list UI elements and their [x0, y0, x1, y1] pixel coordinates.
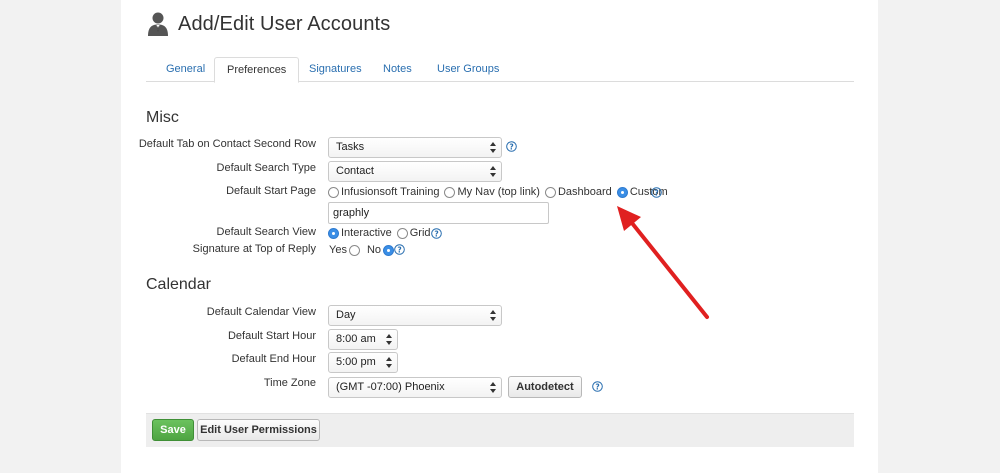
time-zone-value: (GMT -07:00) Phoenix: [336, 381, 445, 393]
select-arrows-icon: [490, 382, 496, 393]
help-icon[interactable]: ?: [506, 141, 517, 152]
signature-top-label: Signature at Top of Reply: [192, 243, 316, 255]
time-zone-label: Time Zone: [263, 377, 316, 389]
tab-bar: General Preferences Signatures Notes Use…: [146, 57, 854, 83]
signature-radio-group: Yes No: [329, 243, 396, 257]
radio-label: Interactive: [341, 227, 392, 239]
select-arrows-icon: [490, 142, 496, 153]
calendar-view-select[interactable]: Day: [328, 305, 502, 326]
default-tab-select[interactable]: Tasks: [328, 137, 502, 158]
page-title: Add/Edit User Accounts: [178, 12, 391, 35]
select-arrows-icon: [386, 334, 392, 345]
section-title-misc: Misc: [146, 109, 179, 126]
custom-start-page-input[interactable]: graphly: [328, 202, 549, 224]
save-button[interactable]: Save: [152, 419, 194, 441]
start-hour-select[interactable]: 8:00 am: [328, 329, 398, 350]
select-arrows-icon: [490, 310, 496, 321]
default-search-type-value: Contact: [336, 165, 374, 177]
search-view-radio-group: Interactive Grid: [328, 226, 431, 240]
radio-label: Custom: [629, 186, 668, 198]
svg-text:?: ?: [595, 382, 599, 391]
radio-custom[interactable]: [616, 186, 628, 198]
radio-label: Infusionsoft Training: [341, 186, 440, 198]
tab-notes[interactable]: Notes: [371, 57, 424, 82]
time-zone-select[interactable]: (GMT -07:00) Phoenix: [328, 377, 502, 398]
start-page-radio-group: Infusionsoft Training My Nav (top link) …: [328, 185, 668, 199]
svg-text:?: ?: [434, 229, 438, 238]
radio-infusionsoft-training[interactable]: [328, 186, 339, 198]
default-start-page-label: Default Start Page: [226, 185, 316, 197]
default-end-hour-label: Default End Hour: [231, 353, 316, 365]
end-hour-select[interactable]: 5:00 pm: [328, 352, 398, 373]
default-calendar-view-label: Default Calendar View: [206, 306, 316, 318]
radio-label: No: [366, 244, 382, 256]
default-tab-label: Default Tab on Contact Second Row: [138, 138, 316, 150]
tab-signatures[interactable]: Signatures: [297, 57, 374, 82]
radio-label: Dashboard: [557, 186, 612, 198]
select-arrows-icon: [386, 357, 392, 368]
default-search-view-label: Default Search View: [216, 226, 316, 238]
tab-user-groups[interactable]: User Groups: [425, 57, 511, 82]
radio-interactive[interactable]: [328, 227, 339, 239]
default-tab-value: Tasks: [336, 141, 365, 153]
help-icon[interactable]: ?: [651, 187, 662, 198]
tab-general[interactable]: General: [154, 57, 217, 82]
default-search-type-select[interactable]: Contact: [328, 161, 502, 182]
end-hour-value: 5:00 pm: [336, 356, 376, 368]
help-icon[interactable]: ?: [394, 244, 405, 255]
edit-user-permissions-button[interactable]: Edit User Permissions: [197, 419, 320, 441]
page-header: Add/Edit User Accounts: [146, 10, 390, 38]
radio-label: Grid: [409, 227, 431, 239]
radio-label: Yes: [329, 244, 347, 256]
radio-dashboard[interactable]: [544, 186, 556, 198]
default-search-type-label: Default Search Type: [216, 162, 316, 174]
select-arrows-icon: [490, 166, 496, 177]
calendar-view-value: Day: [336, 309, 356, 321]
user-silhouette-icon: [148, 12, 168, 36]
radio-my-nav[interactable]: [444, 186, 456, 198]
section-title-calendar: Calendar: [146, 276, 211, 293]
radio-label: My Nav (top link): [457, 186, 540, 198]
radio-grid[interactable]: [396, 227, 408, 239]
radio-yes[interactable]: [348, 244, 360, 256]
svg-text:?: ?: [654, 188, 658, 197]
svg-text:?: ?: [397, 245, 401, 254]
tab-preferences[interactable]: Preferences: [214, 57, 300, 83]
autodetect-button[interactable]: Autodetect: [508, 376, 582, 398]
radio-no[interactable]: [383, 244, 395, 256]
start-hour-value: 8:00 am: [336, 333, 376, 345]
svg-text:?: ?: [509, 142, 513, 151]
default-start-hour-label: Default Start Hour: [227, 330, 316, 342]
help-icon[interactable]: ?: [592, 381, 603, 392]
help-icon[interactable]: ?: [431, 228, 442, 239]
